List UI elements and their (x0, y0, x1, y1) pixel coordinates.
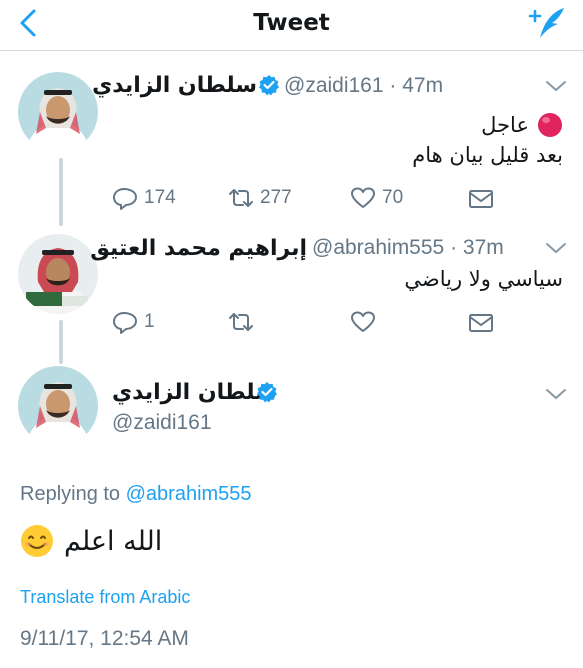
replying-to: Replying to @abrahim555 (20, 483, 252, 506)
retweet-icon (229, 189, 253, 207)
handle-text[interactable]: @zaidi161 (284, 74, 384, 97)
reply-icon (113, 312, 137, 334)
reply-count: 1 (144, 311, 155, 332)
replying-label: Replying to (20, 483, 121, 505)
retweet-count: 277 (260, 187, 292, 208)
tweet-line: عاجل (481, 113, 529, 137)
retweet-action[interactable]: 277 (228, 186, 292, 210)
author-name[interactable]: سلطان الزايدي (112, 380, 277, 405)
reply-icon (113, 188, 137, 210)
smile-emoji-icon (20, 524, 54, 558)
avatar[interactable] (18, 234, 98, 314)
thread-line (59, 158, 63, 226)
verified-badge-icon (259, 75, 279, 96)
chevron-down-icon[interactable] (544, 78, 568, 94)
tweet-text: عاجل (481, 112, 563, 138)
compose-tweet-icon[interactable] (526, 4, 568, 42)
direct-message-icon[interactable] (468, 188, 494, 210)
translate-link[interactable]: Translate from Arabic (20, 587, 190, 608)
author-handle: @zaidi161 · 47m (284, 74, 443, 98)
mention-link[interactable]: @abrahim555 (126, 483, 252, 505)
tweet-time: · 47m (389, 74, 444, 97)
tweet-time: · 37m (450, 236, 504, 259)
tweet-text: سياسي ولا رياضي (404, 267, 563, 291)
avatar[interactable] (18, 366, 98, 446)
verified-badge-icon (257, 382, 277, 403)
main-tweet-text: الله اعلم (20, 524, 162, 558)
main-tweet-line: الله اعلم (64, 525, 163, 557)
reply-action[interactable]: 174 (112, 186, 176, 210)
tweet-line: بعد قليل بيان هام (412, 143, 563, 167)
page-title: Tweet (253, 10, 330, 36)
avatar[interactable] (18, 72, 98, 152)
author-handle[interactable]: @zaidi161 (112, 411, 212, 435)
chevron-down-icon[interactable] (544, 240, 568, 256)
avatar-photo (18, 366, 98, 446)
like-action[interactable]: 70 (350, 186, 403, 210)
author-handle: @abrahim555 · 37m (312, 236, 504, 260)
retweet-action[interactable] (228, 310, 260, 334)
handle-text[interactable]: @abrahim555 (312, 236, 444, 259)
tweet-timestamp: 9/11/17, 12:54 AM (20, 627, 189, 650)
author-name[interactable]: سلطان الزايدي (92, 73, 257, 98)
like-count: 70 (382, 187, 404, 208)
heart-icon (351, 187, 375, 208)
avatar-photo (18, 234, 98, 314)
reply-action[interactable]: 1 (112, 310, 155, 334)
avatar-photo (18, 72, 98, 152)
heart-icon (351, 311, 375, 332)
chevron-down-icon[interactable] (544, 386, 568, 402)
thread-line (59, 320, 63, 364)
direct-message-icon[interactable] (468, 312, 494, 334)
reply-count: 174 (144, 187, 176, 208)
red-circle-icon (538, 113, 562, 137)
like-action[interactable] (350, 310, 382, 334)
author-name[interactable]: إبراهيم محمد العتيق (90, 236, 307, 261)
retweet-icon (229, 313, 253, 331)
